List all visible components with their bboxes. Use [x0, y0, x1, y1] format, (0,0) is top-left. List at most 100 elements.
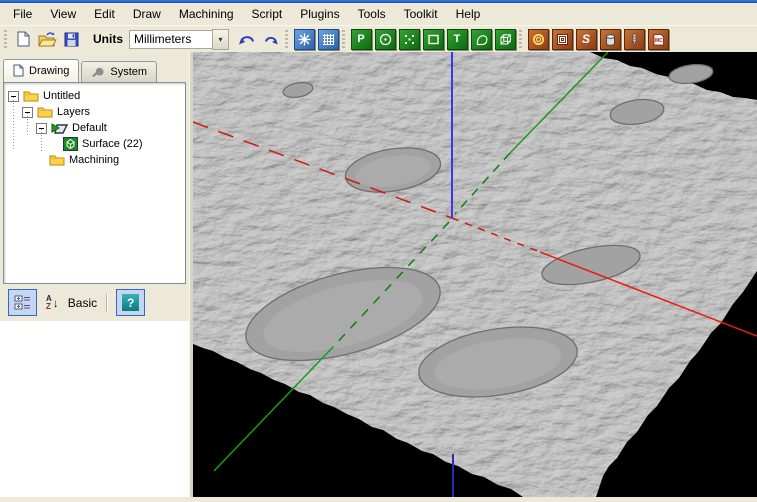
tree-connector: [27, 113, 28, 135]
draw-circle-button[interactable]: [373, 28, 397, 51]
drill-toolpath-icon: [624, 29, 645, 50]
draw-polyline-button[interactable]: P: [349, 28, 373, 51]
menu-draw[interactable]: Draw: [124, 3, 170, 25]
menu-file[interactable]: File: [4, 3, 41, 25]
profile-toolpath-icon: [528, 29, 549, 50]
tab-system-label: System: [110, 66, 147, 78]
snap-grid-icon: [318, 29, 339, 50]
new-file-icon: [16, 31, 30, 47]
categorized-icon: [14, 295, 31, 310]
3d-viewport[interactable]: [193, 52, 757, 497]
engrave-toolpath-button[interactable]: S: [574, 28, 598, 51]
folder-icon: [37, 106, 53, 118]
open-file-icon: [38, 31, 57, 47]
text-tool-icon: T: [447, 29, 468, 50]
snap-point-icon: [294, 29, 315, 50]
points-icon: [399, 29, 420, 50]
engrave-toolpath-icon: S: [576, 29, 597, 50]
folder-icon: [49, 154, 65, 166]
tree-connector: [13, 97, 14, 151]
tree-item-label: Layers: [57, 106, 90, 118]
properties-panel: [0, 321, 189, 497]
tab-system[interactable]: System: [81, 61, 157, 82]
folder-icon: [23, 90, 39, 102]
sort-az-icon: A Z: [46, 295, 52, 311]
units-dropdown-button[interactable]: ▾: [212, 29, 229, 50]
menu-tools[interactable]: Tools: [349, 3, 395, 25]
roughing-toolpath-button[interactable]: [598, 28, 622, 51]
undo-icon: [238, 32, 256, 46]
wrench-icon: [91, 65, 105, 78]
gcode-file-icon: MC: [648, 29, 669, 50]
layer-current-icon: [51, 122, 68, 134]
gcode-file-button[interactable]: MC: [646, 28, 670, 51]
toolbar: Units Millimeters ▾: [0, 25, 757, 52]
snap-point-button[interactable]: [292, 28, 316, 51]
surface-cube-icon: [63, 137, 78, 151]
properties-toolbar: A Z ↓ Basic ?: [0, 284, 189, 321]
tree-item-machining[interactable]: Machining: [4, 152, 185, 168]
tree-item-label: Untitled: [43, 90, 80, 102]
menu-script[interactable]: Script: [243, 3, 292, 25]
svg-text:MC: MC: [655, 38, 663, 44]
tree-connector: [41, 129, 42, 151]
surface-tool-icon: [495, 29, 516, 50]
tree-item-label: Machining: [69, 154, 119, 166]
tree-item-layers[interactable]: Layers: [4, 104, 185, 120]
undo-button[interactable]: [235, 28, 259, 51]
toolbar-grip[interactable]: [342, 30, 345, 48]
polyline-icon: P: [351, 29, 372, 50]
toolbar-grip[interactable]: [519, 30, 522, 48]
tree-item-default-layer[interactable]: Default: [4, 120, 185, 136]
tab-drawing-label: Drawing: [29, 65, 69, 77]
sidebar-tabs: Drawing System: [0, 52, 189, 82]
menu-machining[interactable]: Machining: [170, 3, 243, 25]
categorized-view-button[interactable]: [8, 289, 37, 316]
toolbar-grip[interactable]: [4, 30, 7, 48]
arrow-down-icon: ↓: [53, 296, 59, 310]
draw-points-button[interactable]: [397, 28, 421, 51]
draw-text-button[interactable]: T: [445, 28, 469, 51]
separator: [106, 294, 107, 312]
help-button[interactable]: ?: [116, 289, 145, 316]
tab-drawing[interactable]: Drawing: [3, 59, 79, 82]
menu-plugins[interactable]: Plugins: [291, 3, 348, 25]
rectangle-icon: [423, 29, 444, 50]
draw-rectangle-button[interactable]: [421, 28, 445, 51]
menubar: File View Edit Draw Machining Script Plu…: [0, 3, 757, 25]
terrain-scene: [193, 52, 757, 497]
menu-help[interactable]: Help: [447, 3, 490, 25]
menu-edit[interactable]: Edit: [85, 3, 124, 25]
snap-grid-button[interactable]: [316, 28, 340, 51]
menu-toolkit[interactable]: Toolkit: [395, 3, 447, 25]
redo-icon: [263, 33, 279, 46]
open-file-button[interactable]: [35, 28, 59, 51]
pocket-toolpath-icon: [552, 29, 573, 50]
units-combobox[interactable]: Millimeters: [129, 30, 212, 49]
tree-item-surface[interactable]: Surface (22): [4, 136, 185, 152]
property-view-label: Basic: [68, 296, 97, 310]
new-file-button[interactable]: [11, 28, 35, 51]
pocket-toolpath-button[interactable]: [550, 28, 574, 51]
draw-surface-button[interactable]: [493, 28, 517, 51]
menu-view[interactable]: View: [41, 3, 85, 25]
tree-item-label: Default: [72, 122, 107, 134]
drawing-tree: Untitled Layers Default: [3, 82, 186, 284]
circle-icon: [375, 29, 396, 50]
tree-item-untitled[interactable]: Untitled: [4, 88, 185, 104]
main-area: Drawing System Untitled: [0, 52, 757, 497]
sidebar: Drawing System Untitled: [0, 52, 189, 497]
units-label: Units: [93, 32, 123, 46]
save-file-button[interactable]: [59, 28, 83, 51]
profile-toolpath-button[interactable]: [526, 28, 550, 51]
save-file-icon: [64, 32, 79, 47]
toolbar-grip[interactable]: [285, 30, 288, 48]
chevron-down-icon: ▾: [218, 35, 222, 44]
sort-alphabetical-button[interactable]: A Z ↓: [46, 295, 59, 311]
draw-curve-button[interactable]: [469, 28, 493, 51]
roughing-toolpath-icon: [600, 29, 621, 50]
redo-button[interactable]: [259, 28, 283, 51]
tree-item-label: Surface (22): [82, 138, 143, 150]
help-icon: ?: [122, 294, 139, 311]
drill-toolpath-button[interactable]: [622, 28, 646, 51]
